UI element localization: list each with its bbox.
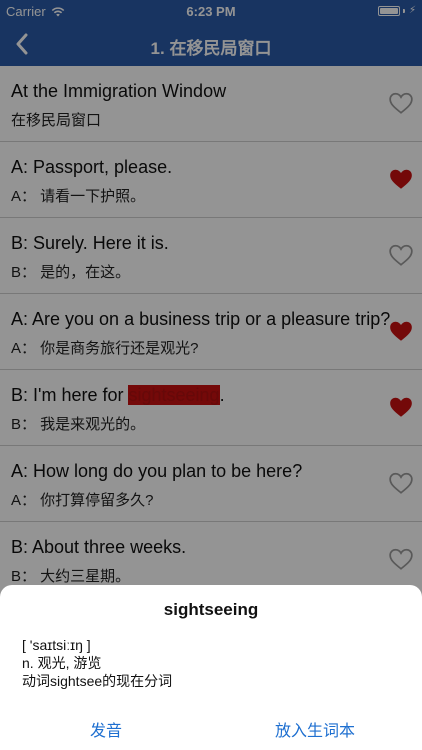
definition-word: sightseeing bbox=[163, 600, 259, 619]
definition-note: 动词sightsee的现在分词 bbox=[22, 673, 173, 689]
app-root: Carrier 6:23 PM ⚡ 1. 在移民局窗口 At the Immig… bbox=[0, 0, 422, 750]
definition-body: [ 'saɪtsiːɪŋ ] n. 观光, 游览 动词sightsee的现在分词 bbox=[22, 636, 172, 690]
phonetic-text: [ 'saɪtsiːɪŋ ] bbox=[22, 637, 91, 653]
sheet-actions: 发音 放入生词本 bbox=[0, 717, 422, 741]
add-to-vocabulary-button[interactable]: 放入生词本 bbox=[275, 717, 355, 741]
pronounce-button[interactable]: 发音 bbox=[90, 717, 122, 741]
word-definition-sheet: sightseeing [ 'saɪtsiːɪŋ ] n. 观光, 游览 动词s… bbox=[0, 585, 422, 750]
definition-text: n. 观光, 游览 bbox=[22, 655, 102, 671]
